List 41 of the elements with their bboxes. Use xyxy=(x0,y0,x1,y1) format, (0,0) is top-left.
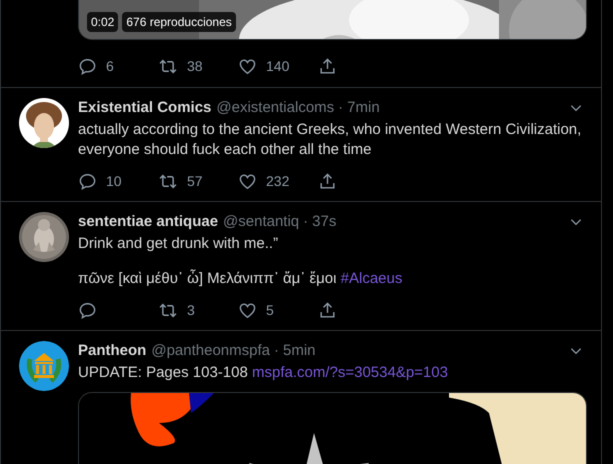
reply-icon[interactable] xyxy=(78,172,97,190)
author-name[interactable]: Existential Comics xyxy=(78,96,212,120)
timestamp[interactable]: 37s xyxy=(312,210,336,234)
retweet-count: 3 xyxy=(187,300,195,320)
tweet-text: Drink and get drunk with me..” xyxy=(78,234,280,254)
reply-count: 6 xyxy=(106,56,114,76)
timestamp[interactable]: 5min xyxy=(282,340,316,362)
reply-icon[interactable] xyxy=(78,56,97,76)
temple-logo-icon xyxy=(19,341,69,391)
heart-icon[interactable] xyxy=(238,56,257,76)
heart-icon[interactable] xyxy=(238,300,257,320)
tweet-text: πῶνε [καὶ μέθυ᾽ ὦ] Μελάνιππ᾽ ἄμ᾽ ἔμοι #Alcaeus xyxy=(78,269,404,289)
retweet-count: 57 xyxy=(187,172,203,190)
author-handle: @sentantiq xyxy=(223,212,300,232)
author-name[interactable]: sententiae antiquae xyxy=(78,210,218,234)
hashtag-link[interactable]: #Alcaeus xyxy=(340,270,402,287)
retweet-count: 38 xyxy=(187,56,203,76)
separator-dot: · xyxy=(338,98,344,118)
author-handle: @pantheonmspfa xyxy=(151,340,270,361)
video-duration: 0:02 xyxy=(87,12,118,32)
like-count: 232 xyxy=(266,172,290,190)
timestamp[interactable]: 7min xyxy=(347,96,380,120)
like-count: 140 xyxy=(266,56,290,76)
view-count: 676 reproducciones xyxy=(122,12,236,32)
retweet-icon[interactable] xyxy=(158,300,178,320)
separator-dot: · xyxy=(274,340,279,361)
share-icon[interactable] xyxy=(318,300,337,320)
reply-icon[interactable] xyxy=(78,300,97,320)
reply-count: 10 xyxy=(106,172,122,190)
share-icon[interactable] xyxy=(318,172,337,190)
retweet-icon[interactable] xyxy=(158,56,178,76)
separator-dot: · xyxy=(303,212,308,232)
tweet-text: actually according to the ancient Greeks, who invented Western Civilization, everyone should fuck each other all the time xyxy=(78,120,582,160)
retweet-icon[interactable] xyxy=(158,172,178,190)
share-icon[interactable] xyxy=(318,56,337,76)
like-count: 5 xyxy=(266,300,274,320)
heart-icon[interactable] xyxy=(238,172,257,190)
author-handle: @existentialcoms xyxy=(216,98,334,118)
link[interactable]: mspfa.com/?s=30534&p=103 xyxy=(252,364,448,381)
author-name[interactable]: Pantheon xyxy=(78,340,146,362)
tweet-text: UPDATE: Pages 103-108 mspfa.com/?s=30534&p=103 xyxy=(78,363,449,383)
